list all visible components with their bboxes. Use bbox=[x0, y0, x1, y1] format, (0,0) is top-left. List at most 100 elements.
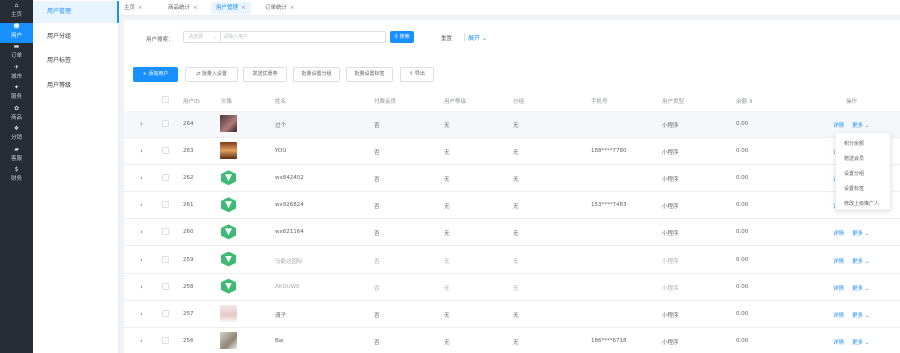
cell-level: 无 bbox=[444, 339, 450, 346]
more-link[interactable]: 更多 ⌄ bbox=[852, 257, 869, 265]
cell-type: 小程序 bbox=[662, 231, 679, 238]
cell-balance: 0.00 bbox=[736, 256, 749, 263]
tab-2[interactable]: 用户管理 × bbox=[211, 2, 251, 14]
column-header-5: 分组 bbox=[513, 99, 525, 105]
cell-vip: 否 bbox=[374, 204, 380, 211]
chevron-right-icon[interactable]: › bbox=[140, 337, 143, 345]
detail-link[interactable]: 详情 bbox=[833, 284, 844, 292]
cell-phone: 186****6718 bbox=[591, 337, 627, 344]
more-link[interactable]: 更多 ⌄ bbox=[852, 311, 869, 319]
nav-item-6[interactable]: ❖ 分销 bbox=[0, 125, 33, 145]
row-checkbox[interactable] bbox=[162, 255, 169, 263]
detail-link[interactable]: 详情 bbox=[833, 338, 844, 346]
tab-1[interactable]: 商品统计 × bbox=[163, 2, 203, 14]
nav-item-label: 商品 bbox=[10, 114, 22, 121]
row-checkbox[interactable] bbox=[162, 147, 169, 155]
row-checkbox[interactable] bbox=[162, 228, 169, 236]
close-icon[interactable]: × bbox=[193, 5, 198, 11]
more-link[interactable]: 更多 ⌄ bbox=[852, 121, 869, 129]
detail-link[interactable]: 详情 bbox=[833, 229, 844, 237]
dropdown-item-3[interactable]: 设置标签 bbox=[844, 185, 864, 192]
detail-link[interactable]: 详情 bbox=[833, 311, 844, 319]
cell-vip: 否 bbox=[374, 339, 380, 346]
detail-link[interactable]: 详情 bbox=[833, 257, 844, 265]
chat-icon: ▰ bbox=[14, 145, 19, 153]
chevron-right-icon[interactable]: › bbox=[140, 310, 143, 318]
cell-name: 过个 bbox=[275, 123, 287, 129]
chevron-right-icon[interactable]: › bbox=[140, 120, 143, 128]
export-button[interactable]: ⇪ 导出 bbox=[400, 67, 434, 82]
chevron-right-icon[interactable]: › bbox=[140, 256, 143, 264]
avatar bbox=[220, 250, 237, 268]
close-icon[interactable]: × bbox=[138, 5, 143, 11]
dropdown-item-4[interactable]: 修改上级推广人 bbox=[844, 200, 879, 207]
cell-type: 小程序 bbox=[662, 123, 679, 129]
dropdown-item-1[interactable]: 赠送会员 bbox=[844, 155, 864, 162]
cell-id: 261 bbox=[183, 202, 194, 209]
dropdown-item-0[interactable]: 积分余额 bbox=[844, 140, 864, 147]
cell-name: Bai bbox=[275, 337, 284, 344]
search-button-label: 搜索 bbox=[399, 34, 410, 40]
chevron-right-icon[interactable]: › bbox=[140, 147, 143, 155]
chevron-right-icon[interactable]: › bbox=[140, 283, 143, 291]
cell-id: 264 bbox=[183, 121, 194, 127]
nav-item-8[interactable]: $ 财务 bbox=[0, 166, 33, 186]
tab-3[interactable]: 订单统计 × bbox=[260, 2, 300, 14]
expand-link[interactable]: 展开 ⌄ bbox=[464, 33, 487, 42]
batch-import-button[interactable]: ⇄ 批量入设置 bbox=[185, 67, 238, 82]
table-row: ›261wx926824否无无153****7483小程序0.00详情更多 ⌄ bbox=[124, 192, 900, 220]
add-user-button[interactable]: + 添加用户 bbox=[133, 67, 178, 82]
cell-name: 马能达国际 bbox=[275, 258, 303, 265]
sort-icon[interactable]: ⇕ bbox=[747, 99, 754, 105]
row-checkbox[interactable] bbox=[162, 282, 169, 290]
chevron-down-icon: ⌄ bbox=[481, 35, 487, 42]
column-header-4: 用户等级 bbox=[444, 99, 467, 105]
cube-logo-icon bbox=[221, 278, 236, 294]
row-checkbox[interactable] bbox=[162, 174, 169, 182]
more-link[interactable]: 更多 ⌄ bbox=[852, 229, 869, 237]
submenu-item-1[interactable]: 用户分组 bbox=[33, 26, 119, 48]
close-icon[interactable]: × bbox=[290, 5, 295, 11]
tab-0[interactable]: 主页 × bbox=[119, 2, 148, 14]
cell-balance: 0.00 bbox=[736, 121, 749, 127]
finance-icon: $ bbox=[14, 166, 19, 173]
row-checkbox[interactable] bbox=[162, 336, 169, 344]
send-coupon-button[interactable]: 发送优惠券 bbox=[243, 67, 287, 82]
search-button[interactable]: ⚲ 搜索 bbox=[390, 31, 414, 43]
export-label: 导出 bbox=[414, 71, 425, 77]
submenu-item-2[interactable]: 用户标签 bbox=[33, 50, 119, 72]
row-checkbox[interactable] bbox=[162, 120, 169, 127]
nav-item-2[interactable]: ▬ 订单 bbox=[0, 43, 33, 63]
more-link[interactable]: 更多 ⌄ bbox=[852, 338, 869, 346]
detail-link[interactable]: 详情 bbox=[833, 121, 844, 129]
close-icon[interactable]: × bbox=[241, 5, 246, 11]
submenu-item-0[interactable]: 用户管理 bbox=[33, 1, 119, 23]
dropdown-item-2[interactable]: 设置分组 bbox=[844, 170, 864, 177]
nav-item-3[interactable]: ✈ 城市 bbox=[0, 64, 33, 84]
nav-item-0[interactable]: ⌂ 主页 bbox=[0, 2, 33, 22]
submenu-item-3[interactable]: 用户等级 bbox=[33, 75, 119, 97]
batch-set-tag-button[interactable]: 批量设置标签 bbox=[346, 67, 393, 82]
search-type-select[interactable]: 请选择 ⌄ bbox=[183, 31, 221, 43]
chevron-right-icon[interactable]: › bbox=[140, 201, 143, 209]
select-all-checkbox[interactable] bbox=[162, 96, 169, 103]
nav-item-7[interactable]: ▰ 客服 bbox=[0, 146, 33, 166]
cell-balance: 0.00 bbox=[736, 229, 749, 236]
table-row: › 256 Bai 否 无 无 186****6718 小程序 0.00 详情 更多 ⌄ bbox=[124, 328, 900, 353]
batch-set-group-button[interactable]: 批量设置分组 bbox=[293, 67, 340, 82]
chevron-right-icon[interactable]: › bbox=[140, 174, 143, 182]
reset-link[interactable]: 重置 bbox=[441, 34, 452, 42]
search-input[interactable]: 请输入用户 bbox=[220, 31, 386, 43]
chevron-right-icon[interactable]: › bbox=[140, 228, 143, 236]
more-link[interactable]: 更多 ⌄ bbox=[852, 284, 869, 292]
cell-name: wx842402 bbox=[275, 175, 304, 182]
nav-item-5[interactable]: ✿ 商品 bbox=[0, 105, 33, 125]
cell-level: 无 bbox=[444, 312, 450, 319]
nav-item-label: 订单 bbox=[10, 53, 22, 59]
nav-item-1[interactable]: ☻ 用户 bbox=[0, 22, 33, 43]
cell-type: 小程序 bbox=[662, 339, 679, 346]
row-checkbox[interactable] bbox=[162, 201, 169, 209]
row-checkbox[interactable] bbox=[162, 309, 169, 317]
cell-id: 262 bbox=[183, 175, 194, 182]
nav-item-4[interactable]: ✦ 服务 bbox=[0, 84, 33, 104]
